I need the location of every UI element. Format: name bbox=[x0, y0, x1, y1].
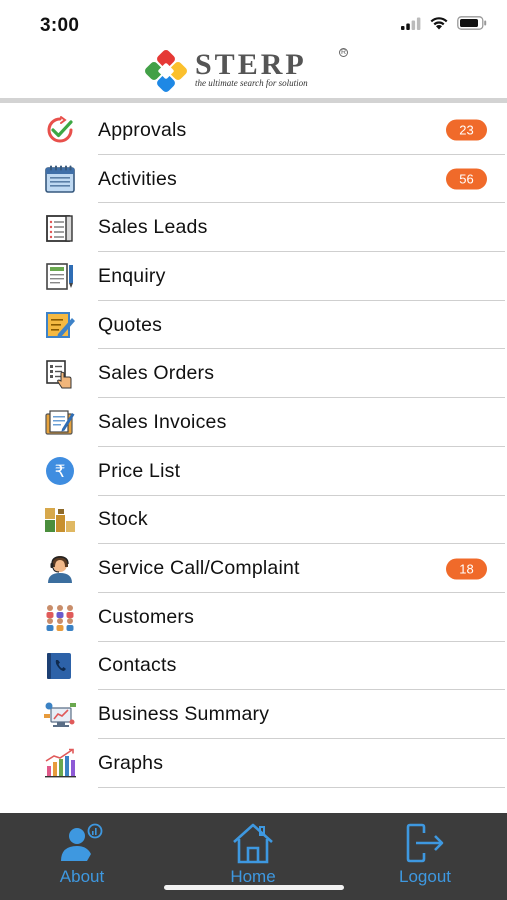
tab-home[interactable]: Home bbox=[198, 821, 308, 891]
menu-item-graphs[interactable]: Graphs bbox=[0, 739, 507, 788]
status-bar: 3:00 bbox=[0, 0, 507, 48]
menu-item-business-summary[interactable]: Business Summary bbox=[0, 690, 507, 739]
menu-label: Quotes bbox=[98, 313, 163, 336]
logo-wordmark: STERP bbox=[195, 48, 307, 81]
menu-label: Contacts bbox=[98, 654, 177, 677]
menu-label: Service Call/Complaint bbox=[98, 557, 300, 580]
menu-item-sales-leads[interactable]: Sales Leads bbox=[0, 203, 507, 252]
menu-item-activities[interactable]: Activities 56 bbox=[0, 155, 507, 204]
menu-item-approvals[interactable]: Approvals 23 bbox=[0, 106, 507, 155]
battery-icon bbox=[457, 16, 487, 30]
approvals-count-badge: 23 bbox=[446, 119, 487, 141]
menu-item-service-call[interactable]: Service Call/Complaint 18 bbox=[0, 544, 507, 593]
status-time: 3:00 bbox=[40, 15, 80, 36]
main-menu: Approvals 23 Activities 56 Sales Leads E… bbox=[0, 106, 507, 788]
contact-book-icon bbox=[42, 650, 78, 682]
menu-label: Enquiry bbox=[98, 264, 166, 287]
home-icon bbox=[233, 823, 273, 864]
status-icons bbox=[401, 16, 487, 30]
signal-icon bbox=[401, 17, 421, 30]
approval-check-icon bbox=[42, 114, 78, 146]
bar-graph-icon bbox=[42, 747, 78, 779]
logout-icon bbox=[406, 823, 444, 863]
calendar-icon bbox=[42, 163, 78, 195]
menu-label: Activities bbox=[98, 167, 177, 190]
clipboard-icon bbox=[42, 212, 78, 244]
rupee-icon: ₹ bbox=[42, 455, 78, 487]
svg-text:₹: ₹ bbox=[55, 462, 66, 482]
about-user-icon bbox=[61, 823, 103, 861]
menu-label: Sales Invoices bbox=[98, 410, 227, 433]
menu-label: Sales Leads bbox=[98, 216, 208, 239]
sterp-logo-icon bbox=[145, 50, 187, 92]
tab-label: Home bbox=[230, 867, 276, 886]
menu-label: Price List bbox=[98, 459, 181, 482]
menu-label: Graphs bbox=[98, 751, 164, 774]
menu-label: Approvals bbox=[98, 118, 187, 141]
tab-label: Logout bbox=[399, 867, 451, 886]
invoice-icon bbox=[42, 406, 78, 438]
menu-item-contacts[interactable]: Contacts bbox=[0, 642, 507, 691]
wifi-icon bbox=[430, 17, 448, 30]
quote-edit-icon bbox=[42, 309, 78, 341]
home-indicator[interactable] bbox=[164, 885, 344, 890]
logo-tagline: the ultimate search for solution bbox=[195, 78, 308, 88]
support-agent-icon bbox=[42, 553, 78, 585]
menu-item-sales-orders[interactable]: Sales Orders bbox=[0, 349, 507, 398]
menu-item-stock[interactable]: Stock bbox=[0, 496, 507, 545]
enquiry-form-icon bbox=[42, 260, 78, 292]
menu-item-price-list[interactable]: ₹ Price List bbox=[0, 447, 507, 496]
app-logo: STERP R the ultimate search for solution bbox=[140, 46, 350, 94]
menu-item-sales-invoices[interactable]: Sales Invoices bbox=[0, 398, 507, 447]
customers-icon bbox=[42, 601, 78, 633]
menu-item-quotes[interactable]: Quotes bbox=[0, 301, 507, 350]
tab-about[interactable]: About bbox=[27, 821, 137, 891]
tab-label: About bbox=[59, 867, 105, 886]
menu-label: Sales Orders bbox=[98, 362, 215, 385]
service-call-count-badge: 18 bbox=[446, 558, 487, 580]
tab-logout[interactable]: Logout bbox=[370, 821, 480, 891]
menu-label: Stock bbox=[98, 508, 148, 531]
menu-item-enquiry[interactable]: Enquiry bbox=[0, 252, 507, 301]
menu-label: Business Summary bbox=[98, 703, 270, 726]
header-divider bbox=[0, 98, 507, 103]
order-touch-icon bbox=[42, 358, 78, 390]
activities-count-badge: 56 bbox=[446, 168, 487, 190]
business-summary-icon bbox=[42, 699, 78, 731]
registered-mark: R bbox=[339, 48, 348, 57]
menu-label: Customers bbox=[98, 605, 195, 628]
stock-boxes-icon bbox=[42, 504, 78, 536]
menu-item-customers[interactable]: Customers bbox=[0, 593, 507, 642]
